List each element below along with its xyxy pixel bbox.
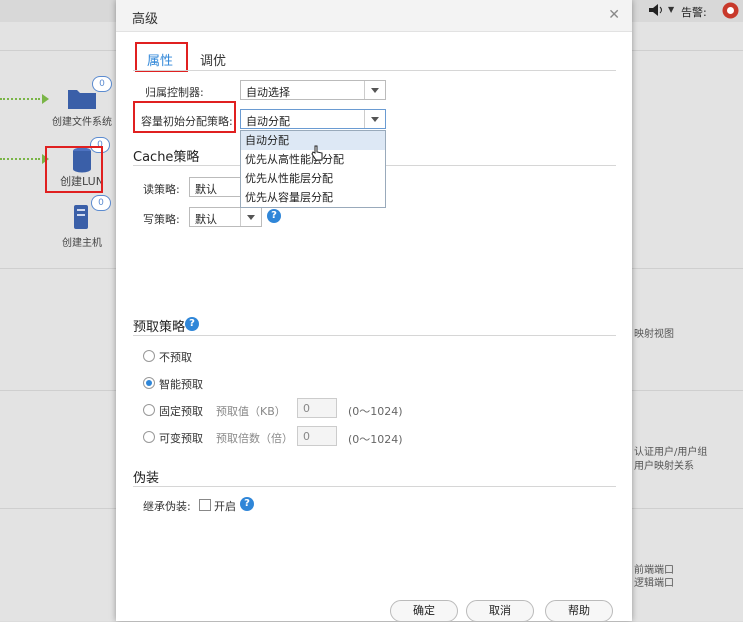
help-icon[interactable]: ? bbox=[267, 209, 281, 223]
radio-variable-prefetch[interactable] bbox=[143, 431, 155, 443]
create-filesystem-label[interactable]: 创建文件系统 bbox=[37, 113, 127, 128]
cache-policy-title: Cache策略 bbox=[133, 150, 200, 165]
prefetch-value-label: 预取值（KB） bbox=[216, 405, 286, 418]
highlight-box bbox=[45, 146, 103, 193]
tab-divider bbox=[133, 70, 616, 71]
read-policy-label: 读策略: bbox=[143, 183, 180, 196]
prefetch-multiple-value: 0 bbox=[303, 430, 310, 443]
capacity-policy-dropdown: 自动分配 优先从高性能层分配 优先从性能层分配 优先从容量层分配 bbox=[240, 130, 386, 208]
radio-no-prefetch[interactable] bbox=[143, 350, 155, 362]
folder-icon[interactable] bbox=[67, 86, 97, 110]
prefetch-multiple-input[interactable]: 0 bbox=[297, 426, 337, 446]
badge: 0 bbox=[92, 76, 112, 92]
enable-disguise-label[interactable]: 开启 bbox=[214, 498, 236, 514]
capacity-policy-select[interactable]: 自动分配 bbox=[240, 109, 386, 129]
host-icon[interactable] bbox=[73, 204, 89, 230]
badge: 0 bbox=[91, 195, 111, 211]
section-divider bbox=[133, 335, 616, 336]
tab-tuning[interactable]: 调优 bbox=[200, 50, 226, 69]
chevron-down-icon[interactable] bbox=[364, 110, 385, 128]
read-policy-value: 默认 bbox=[195, 183, 217, 196]
mapping-view-text[interactable]: 映射视图 bbox=[634, 325, 674, 340]
caret-down-icon[interactable]: ▼ bbox=[668, 5, 674, 14]
prefetch-policy-title: 预取策略 bbox=[133, 320, 186, 335]
prefetch-value-range: (0～1024) bbox=[348, 405, 403, 418]
write-policy-label: 写策略: bbox=[143, 213, 180, 226]
flow-line bbox=[0, 98, 40, 100]
owner-controller-label: 归属控制器: bbox=[145, 86, 204, 99]
close-icon[interactable]: ✕ bbox=[608, 7, 620, 23]
cancel-button[interactable]: 取消 bbox=[466, 600, 534, 622]
inherit-disguise-label: 继承伪装: bbox=[143, 500, 191, 513]
help-button[interactable]: 帮助 bbox=[545, 600, 613, 622]
section-divider bbox=[133, 486, 616, 487]
smart-prefetch-label[interactable]: 智能预取 bbox=[159, 376, 203, 392]
create-host-label[interactable]: 创建主机 bbox=[37, 234, 127, 249]
logic-port-text[interactable]: 逻辑端口 bbox=[634, 574, 674, 589]
no-prefetch-label[interactable]: 不预取 bbox=[159, 349, 192, 365]
user-mapping-text[interactable]: 用户映射关系 bbox=[634, 457, 694, 472]
arrow-icon bbox=[42, 94, 49, 104]
auth-user-text[interactable]: 认证用户/用户组 bbox=[634, 443, 707, 458]
write-policy-value: 默认 bbox=[195, 213, 217, 226]
owner-controller-select[interactable]: 自动选择 bbox=[240, 80, 386, 100]
dialog-title: 高级 bbox=[132, 12, 159, 27]
enable-disguise-checkbox[interactable] bbox=[199, 499, 211, 511]
dropdown-option[interactable]: 优先从性能层分配 bbox=[241, 169, 385, 188]
prefetch-multiple-range: (0～1024) bbox=[348, 433, 403, 446]
capacity-policy-value: 自动分配 bbox=[246, 115, 290, 128]
radio-smart-prefetch[interactable] bbox=[143, 377, 155, 389]
chevron-down-icon[interactable] bbox=[364, 81, 385, 99]
variable-prefetch-label[interactable]: 可变预取 bbox=[159, 430, 203, 446]
radio-fixed-prefetch[interactable] bbox=[143, 404, 155, 416]
ok-button[interactable]: 确定 bbox=[390, 600, 458, 622]
write-policy-select[interactable]: 默认 bbox=[189, 207, 262, 227]
owner-controller-value: 自动选择 bbox=[246, 86, 290, 99]
fixed-prefetch-label[interactable]: 固定预取 bbox=[159, 403, 203, 419]
help-icon[interactable]: ? bbox=[185, 317, 199, 331]
highlight-box bbox=[133, 101, 236, 133]
dropdown-option[interactable]: 优先从容量层分配 bbox=[241, 188, 385, 207]
chevron-down-icon[interactable] bbox=[240, 208, 261, 226]
help-icon[interactable]: ? bbox=[240, 497, 254, 511]
disguise-title: 伪装 bbox=[133, 471, 160, 486]
hand-cursor-icon bbox=[311, 145, 323, 161]
flow-line bbox=[0, 158, 40, 160]
alarm-icon[interactable] bbox=[722, 2, 739, 19]
dialog-header: 高级 ✕ bbox=[116, 0, 632, 32]
prefetch-value-input[interactable]: 0 bbox=[297, 398, 337, 418]
alarm-label[interactable]: 告警: bbox=[681, 4, 707, 20]
speaker-icon[interactable] bbox=[648, 3, 664, 17]
prefetch-multiple-label: 预取倍数（倍） bbox=[216, 432, 293, 445]
prefetch-value: 0 bbox=[303, 402, 310, 415]
highlight-box bbox=[135, 42, 188, 72]
advanced-dialog: 高级 ✕ 属性 调优 归属控制器: 自动选择 容量初始分配策略: 自动分配 Ca… bbox=[116, 0, 632, 622]
